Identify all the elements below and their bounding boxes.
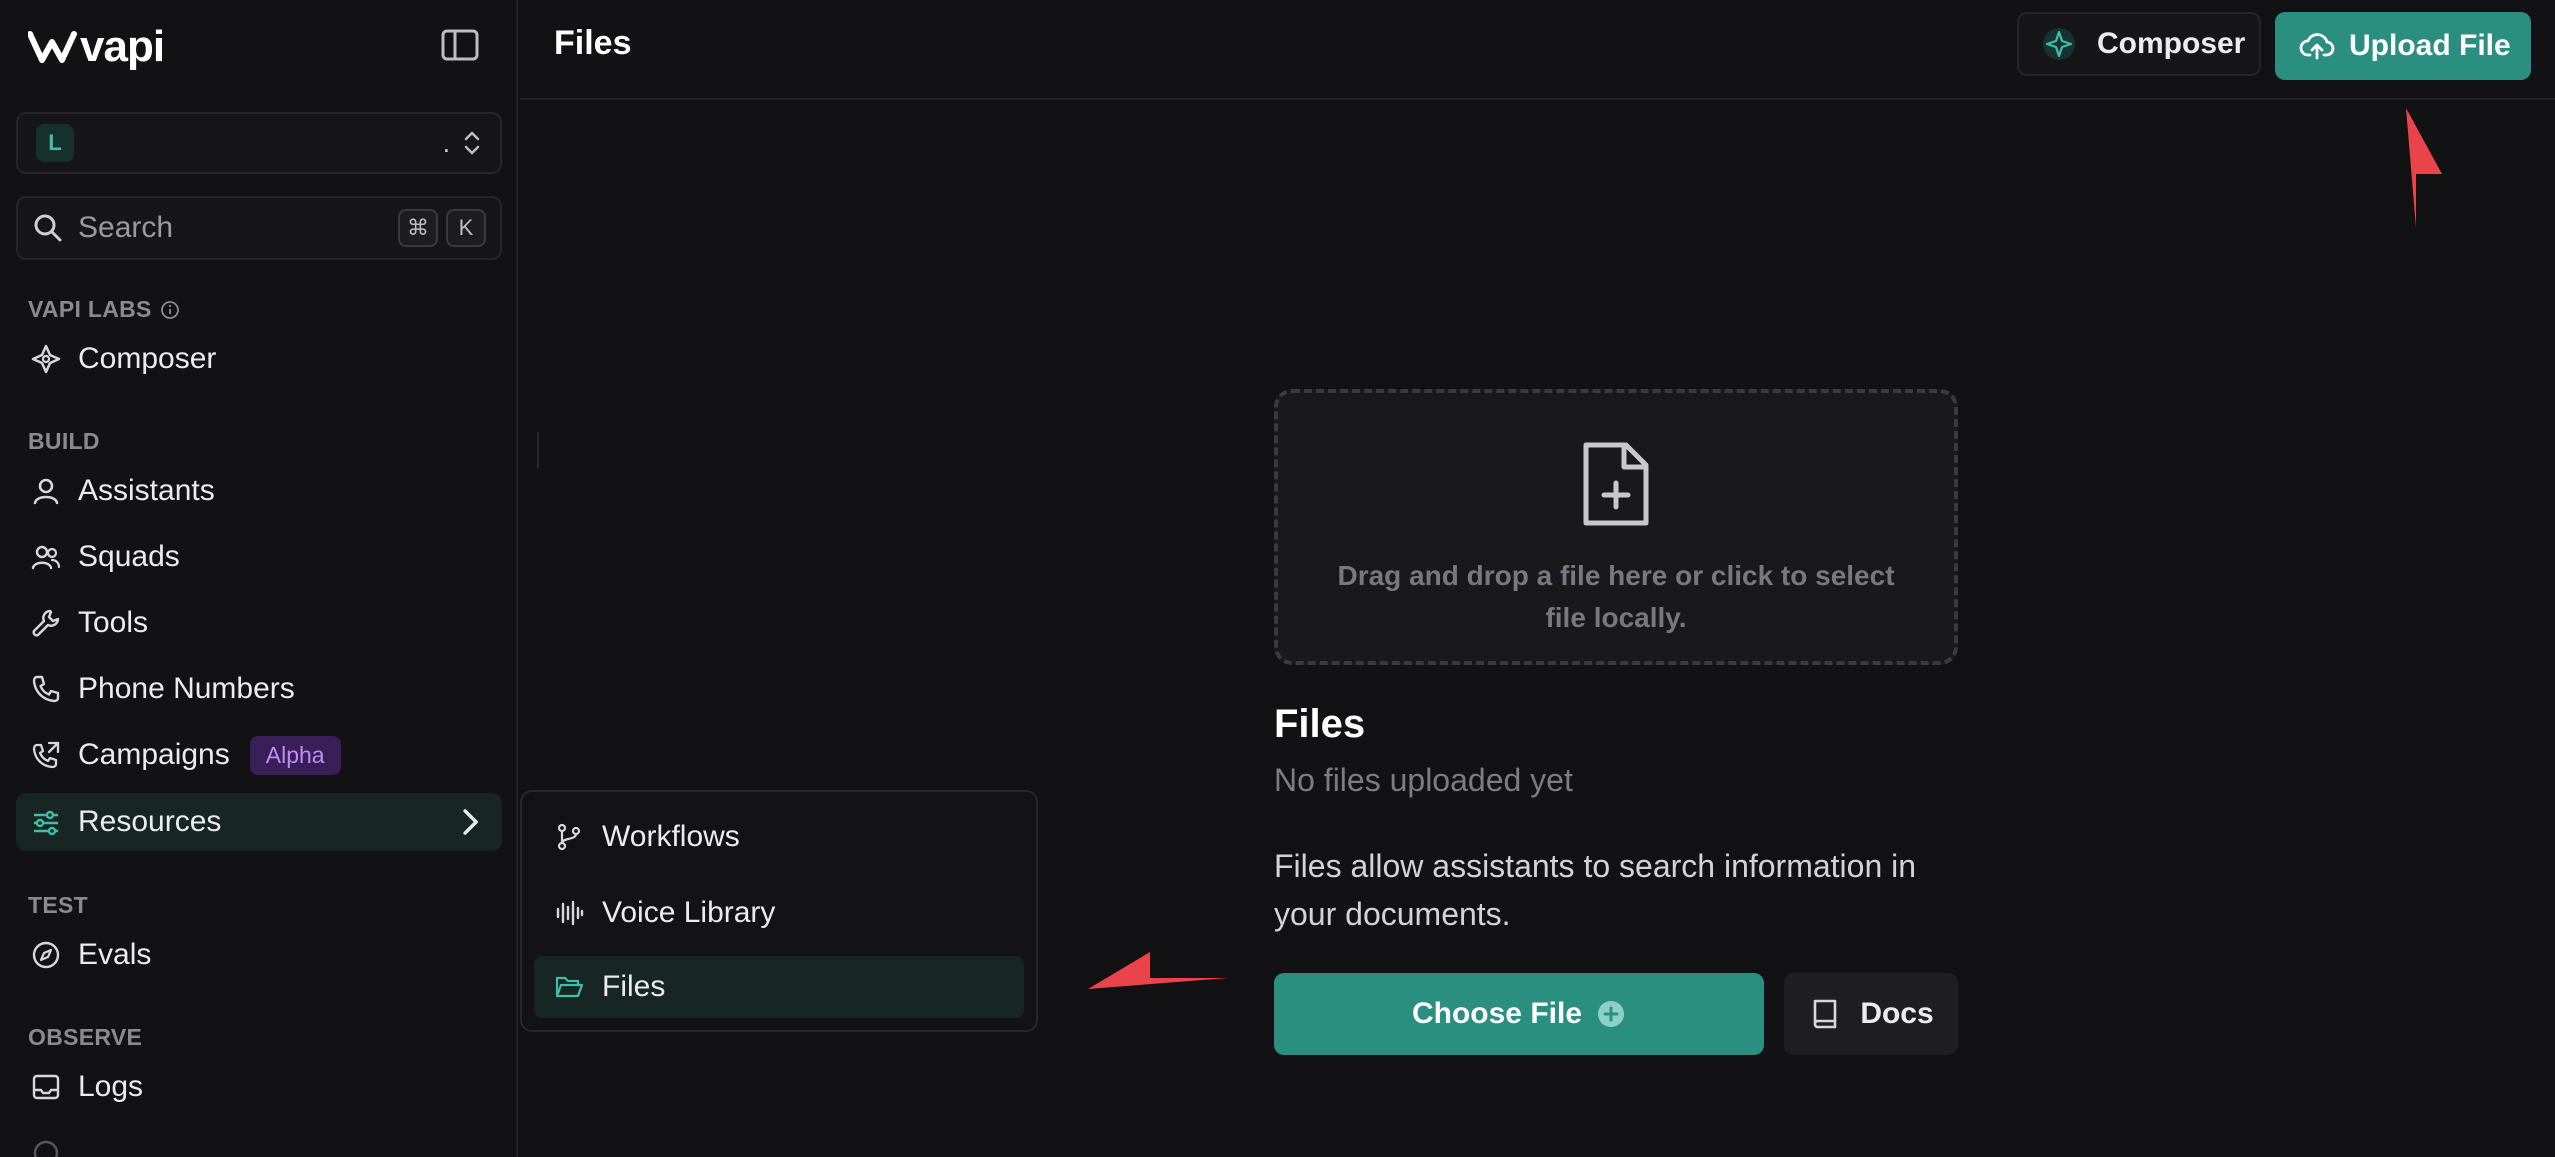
section-label-test: TEST xyxy=(28,892,88,918)
empty-state-text: No files uploaded yet xyxy=(1274,762,1573,798)
chevron-right-icon xyxy=(463,809,478,835)
choose-file-label: Choose File xyxy=(1411,997,1583,1030)
composer-icon xyxy=(31,344,61,374)
inbox-icon xyxy=(32,1074,60,1100)
org-avatar: L xyxy=(36,124,74,162)
choose-file-button[interactable]: Choose File xyxy=(1274,973,1764,1055)
submenu-item-voice-library[interactable]: Voice Library xyxy=(534,882,1024,944)
section-label-build: BUILD xyxy=(28,428,100,454)
section-label-observe: OBSERVE xyxy=(28,1024,143,1050)
submenu-item-label: Voice Library xyxy=(602,896,776,929)
users-icon xyxy=(31,545,61,570)
org-selector[interactable]: L . xyxy=(16,112,502,174)
phone-icon xyxy=(32,675,60,703)
cloud-upload-icon xyxy=(2299,33,2335,60)
docs-button[interactable]: Docs xyxy=(1784,973,1958,1055)
upload-file-button[interactable]: Upload File xyxy=(2275,12,2531,80)
circle-icon xyxy=(33,1140,59,1157)
submenu-item-label: Workflows xyxy=(602,820,740,853)
org-name: . xyxy=(442,127,450,158)
search-placeholder: Search xyxy=(78,211,174,244)
sidebar-item-label: Tools xyxy=(78,606,149,639)
sidebar-item-tools[interactable]: Tools xyxy=(16,594,502,652)
sidebar-item-label: Phone Numbers xyxy=(78,672,295,705)
sidebar-toggle-icon[interactable] xyxy=(440,28,480,62)
plus-circle-icon xyxy=(1598,1001,1625,1027)
sidebar-item-label: Evals xyxy=(78,938,152,971)
sidebar-item-composer[interactable]: Composer xyxy=(16,330,502,388)
files-heading: Files xyxy=(1274,702,1366,746)
folder-open-icon xyxy=(555,976,584,998)
page-title: Files xyxy=(554,24,632,62)
sliders-icon xyxy=(34,810,58,836)
sidebar-item-clipped[interactable] xyxy=(16,1124,502,1157)
phone-outgoing-icon xyxy=(32,741,60,769)
vapi-logo[interactable]: vapi xyxy=(28,22,165,72)
sidebar-item-squads[interactable]: Squads xyxy=(16,528,502,586)
submenu-item-files[interactable]: Files xyxy=(534,956,1024,1018)
dropzone-text: Drag and drop a file here or click to se… xyxy=(1337,560,1895,633)
sidebar-item-label: Logs xyxy=(78,1070,144,1103)
sidebar-item-assistants[interactable]: Assistants xyxy=(16,462,502,520)
composer-button[interactable]: Composer xyxy=(2017,12,2261,76)
upload-file-label: Upload File xyxy=(2349,29,2511,62)
audio-waveform-icon xyxy=(556,900,584,926)
submenu-item-workflows[interactable]: Workflows xyxy=(534,806,1024,868)
file-plus-icon xyxy=(1583,442,1649,526)
top-bar: Files Composer Upload File xyxy=(520,0,2555,100)
annotation-arrow-left-icon xyxy=(1088,952,1228,989)
git-branch-icon xyxy=(557,823,581,851)
resources-submenu: Workflows Voice Library Files xyxy=(520,790,1038,1032)
user-icon xyxy=(33,478,59,505)
annotation-arrow-up-icon xyxy=(2406,108,2442,228)
sidebar-item-label: Campaigns xyxy=(78,738,230,771)
composer-button-label: Composer xyxy=(2097,27,2246,60)
section-label-text: VAPI LABS xyxy=(28,296,152,322)
sidebar-item-campaigns[interactable]: Campaigns Alpha xyxy=(16,726,502,784)
info-icon[interactable] xyxy=(160,300,180,320)
sidebar-item-resources[interactable]: Resources xyxy=(16,793,502,851)
chevron-up-down-icon xyxy=(464,131,480,155)
docs-label: Docs xyxy=(1860,997,1934,1030)
resize-handle[interactable] xyxy=(537,432,539,468)
shortcut-cmd-key: ⌘ xyxy=(398,209,438,247)
sidebar-item-label: Assistants xyxy=(78,474,215,507)
sidebar-item-phone-numbers[interactable]: Phone Numbers xyxy=(16,660,502,718)
search-bar[interactable]: Search ⌘ K xyxy=(16,196,502,260)
submenu-item-label: Files xyxy=(602,970,666,1003)
compass-icon xyxy=(32,941,60,969)
wrench-icon xyxy=(32,609,60,637)
sidebar-item-logs[interactable]: Logs xyxy=(16,1058,502,1116)
vapi-logo-mark-icon xyxy=(28,31,77,63)
search-icon xyxy=(34,214,62,242)
composer-icon xyxy=(2043,28,2075,60)
logo-text: vapi xyxy=(80,22,165,71)
shortcut-k-key: K xyxy=(446,209,486,247)
sidebar-item-evals[interactable]: Evals xyxy=(16,926,502,984)
alpha-badge: Alpha xyxy=(249,735,341,775)
sidebar-item-label: Resources xyxy=(78,805,222,838)
section-label-vapi-labs: VAPI LABS xyxy=(28,296,180,323)
sidebar-item-label: Composer xyxy=(78,342,217,375)
files-description: Files allow assistants to search informa… xyxy=(1274,848,1917,932)
file-dropzone[interactable]: Drag and drop a file here or click to se… xyxy=(1274,389,1958,665)
sidebar-item-label: Squads xyxy=(78,540,180,573)
book-icon xyxy=(1814,999,1837,1029)
sidebar: vapi L . Search ⌘ K VAPI LABS Composer B… xyxy=(0,0,518,1157)
